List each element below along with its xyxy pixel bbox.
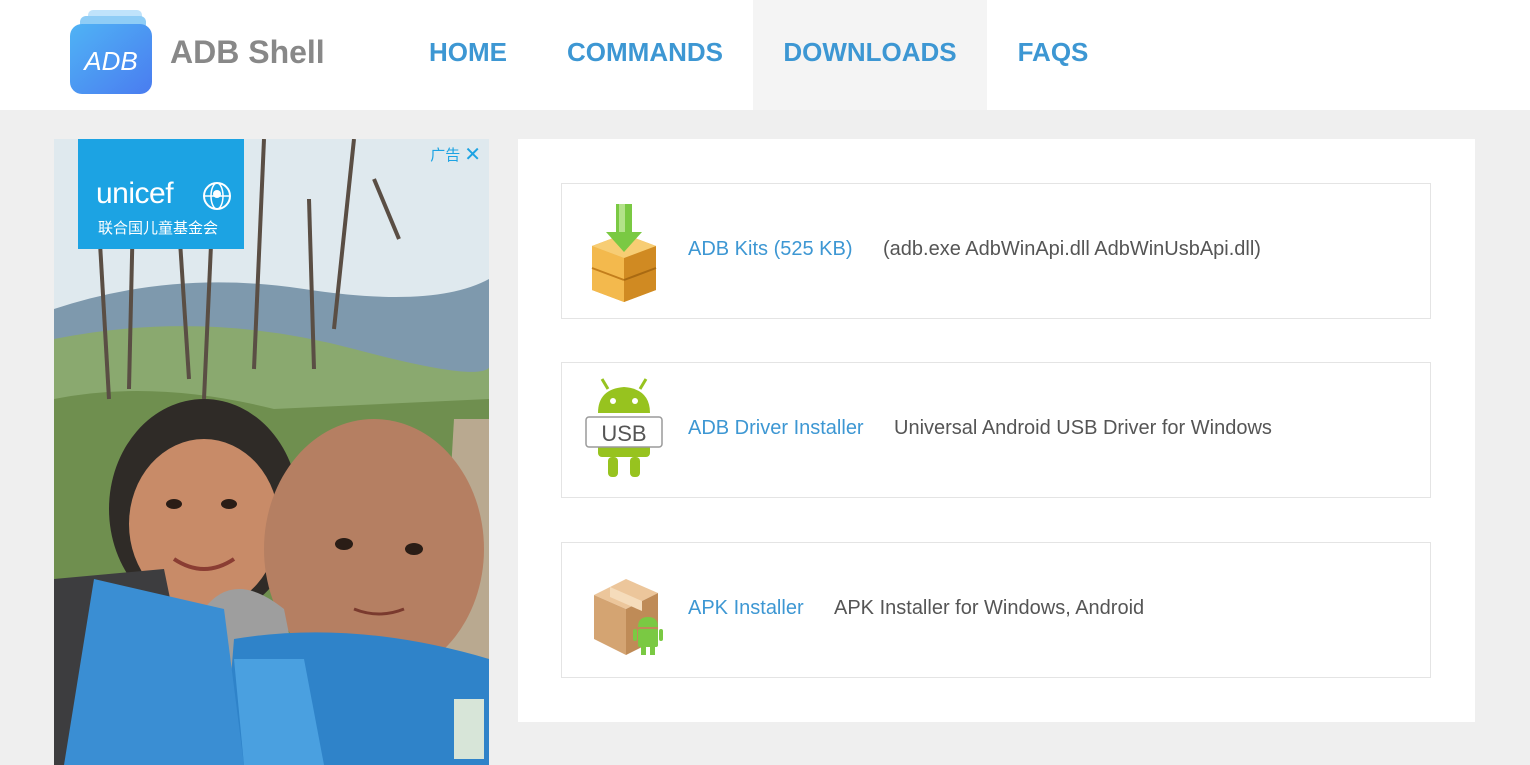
apk-package-icon	[594, 579, 663, 655]
ad-label-area[interactable]: 广告 ✕	[430, 142, 481, 167]
advertisement[interactable]: unicef 联合国儿童基金会 广告 ✕	[54, 139, 489, 765]
download-card-adb-kits: ADB Kits (525 KB) (adb.exe AdbWinApi.dll…	[561, 183, 1431, 319]
adb-kits-description: (adb.exe AdbWinApi.dll AdbWinUsbApi.dll)	[883, 238, 1261, 260]
site-title[interactable]: ADB Shell	[170, 34, 325, 71]
unicef-brand-name: unicef	[96, 177, 174, 210]
download-box-icon	[591, 204, 657, 302]
unicef-subtitle: 联合国儿童基金会	[98, 220, 219, 237]
downloads-panel: ADB Kits (525 KB) (adb.exe AdbWinApi.dll…	[518, 139, 1475, 722]
nav-faqs[interactable]: FAQS	[1000, 0, 1106, 110]
apk-installer-description: APK Installer for Windows, Android	[834, 597, 1145, 619]
unicef-logo[interactable]: unicef 联合国儿童基金会	[78, 139, 244, 249]
site-header: ADB ADB Shell HOME COMMANDS DOWNLOADS FA…	[0, 0, 1530, 110]
svg-text:USB: USB	[601, 421, 646, 446]
ad-label: 广告	[430, 147, 461, 164]
svg-text:ADB: ADB	[82, 46, 137, 76]
unicef-globe-icon	[203, 182, 231, 210]
android-usb-icon: USB	[585, 378, 663, 477]
adb-driver-description: Universal Android USB Driver for Windows	[894, 417, 1272, 439]
download-card-apk-installer: APK Installer APK Installer for Windows,…	[561, 542, 1431, 678]
close-icon[interactable]: ✕	[464, 142, 481, 167]
adb-logo-icon[interactable]: ADB	[66, 6, 158, 98]
nav-commands[interactable]: COMMANDS	[550, 0, 740, 110]
adb-driver-link[interactable]: ADB Driver Installer	[688, 417, 864, 440]
nav-home[interactable]: HOME	[412, 0, 524, 110]
nav-downloads[interactable]: DOWNLOADS	[753, 0, 987, 110]
apk-installer-link[interactable]: APK Installer	[688, 597, 804, 620]
adb-kits-link[interactable]: ADB Kits (525 KB)	[688, 238, 853, 261]
download-card-adb-driver: USB ADB Driver Installer Universal Andro…	[561, 362, 1431, 498]
